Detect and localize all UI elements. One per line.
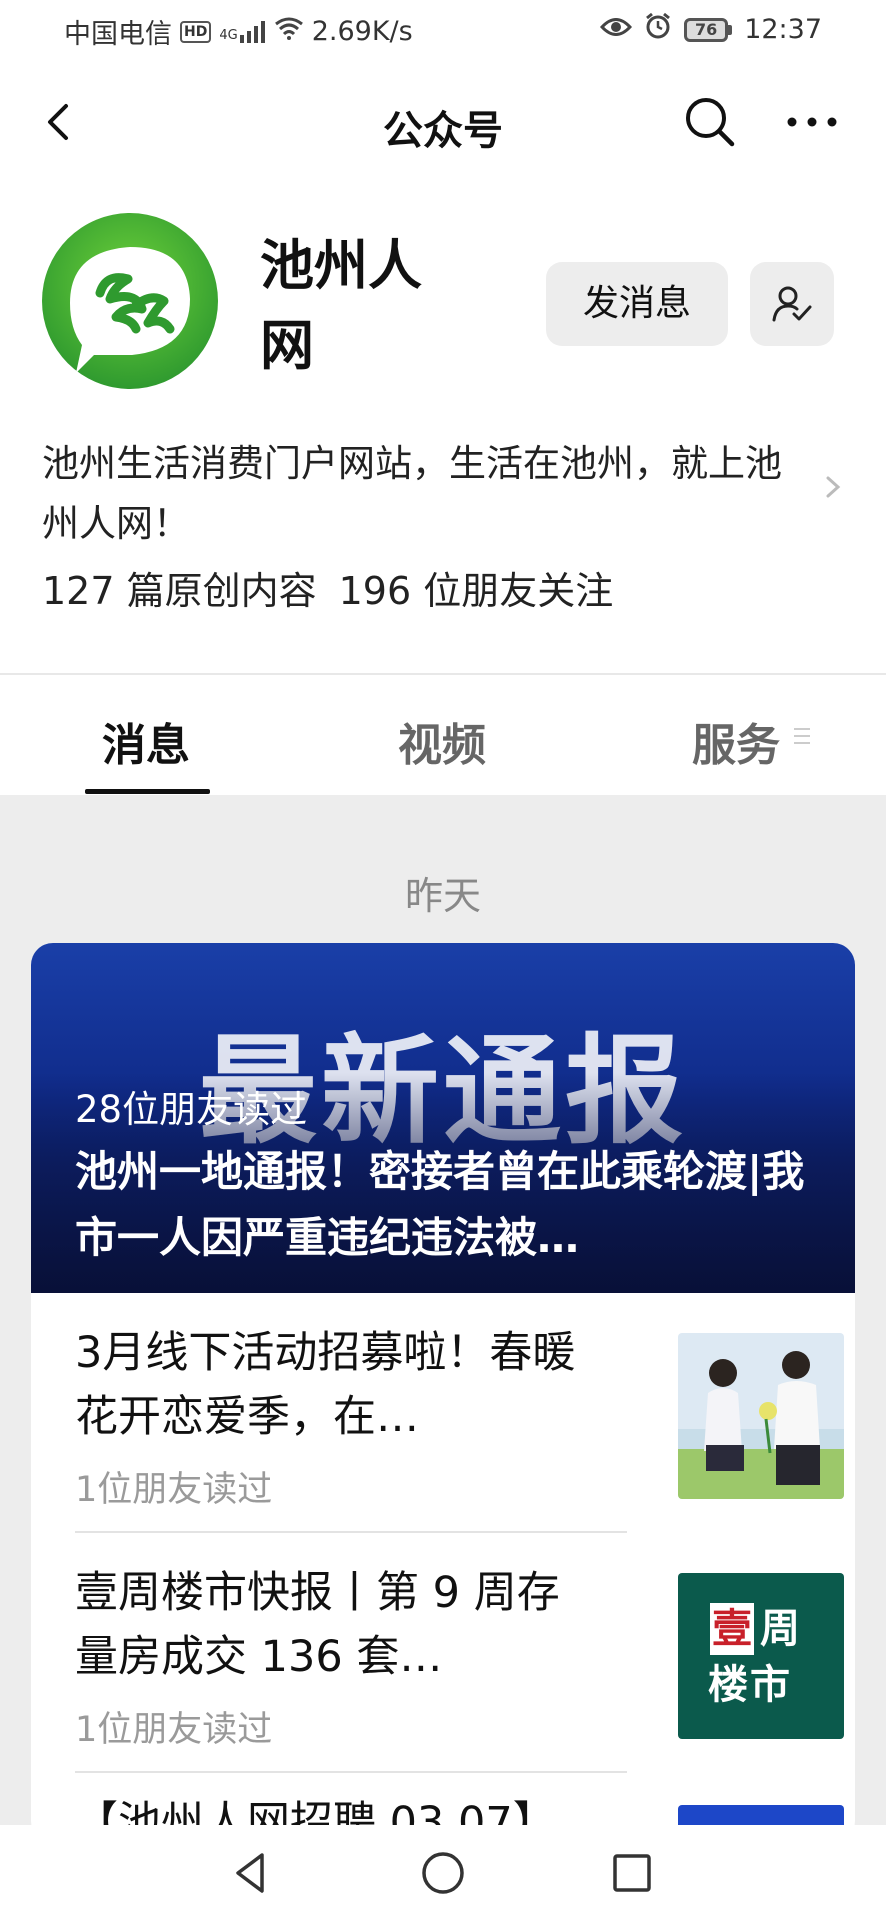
system-recents-button[interactable] <box>606 1847 658 1899</box>
message-feed: 昨天 最新通报 28位朋友读过 池州一地通报！密接者曾在此乘轮渡|我市一人因严重… <box>0 795 886 1843</box>
search-icon <box>686 98 735 147</box>
system-back-button[interactable] <box>226 1847 278 1899</box>
triangle-back-icon <box>236 1853 264 1893</box>
article-reads: 1位朋友读过 <box>75 1470 273 1510</box>
alarm-icon <box>644 12 672 47</box>
featured-title: 池州一地通报！密接者曾在此乘轮渡|我市一人因严重违纪违法被… <box>75 1147 805 1262</box>
active-tab-indicator <box>85 789 210 794</box>
nav-bar: 公众号 <box>0 62 886 182</box>
tab-messages[interactable]: 消息 <box>102 709 190 773</box>
system-home-button[interactable] <box>417 1847 469 1899</box>
more-button[interactable] <box>782 94 842 150</box>
circle-home-icon <box>422 1852 464 1894</box>
square-recents-icon <box>613 1854 651 1892</box>
signal-icon: 4G <box>219 20 265 43</box>
battery-icon: 76 <box>684 17 733 42</box>
description-chevron[interactable] <box>818 472 848 502</box>
account-description[interactable]: 池州生活消费门户网站，生活在池州，就上池州人网！ <box>42 434 812 554</box>
wifi-icon <box>274 16 304 47</box>
tab-videos[interactable]: 视频 <box>398 709 486 773</box>
system-nav-bar <box>0 1825 886 1920</box>
account-stats: 127 篇原创内容 196 位朋友关注 <box>42 560 613 615</box>
follower-count: 196 位朋友关注 <box>338 569 614 613</box>
thumb-text: 楼市 <box>708 1662 792 1708</box>
more-dots-icon <box>787 117 837 127</box>
featured-reads: 28位朋友读过 <box>75 1088 308 1131</box>
article-title: 壹周楼市快报丨第 9 周存量房成交 136 套… <box>75 1568 560 1682</box>
article-title: 3月线下活动招募啦！春暖花开恋爱季，在… <box>75 1328 576 1442</box>
carrier-name: 中国电信 <box>64 19 172 50</box>
tab-services[interactable]: 服务 <box>692 709 780 773</box>
search-button[interactable] <box>682 94 738 150</box>
follow-settings-button[interactable] <box>750 262 834 346</box>
user-check-icon <box>772 286 812 322</box>
featured-article[interactable]: 最新通报 28位朋友读过 池州一地通报！密接者曾在此乘轮渡|我市一人因严重违纪违… <box>31 943 855 1293</box>
original-count: 127 篇原创内容 <box>42 569 317 613</box>
date-label: 昨天 <box>404 874 481 918</box>
status-bar: 中国电信 HD 4G 2.69K/s 76 12:37 <box>0 0 886 62</box>
status-left: 中国电信 HD 4G 2.69K/s <box>64 12 413 51</box>
article-card: 最新通报 28位朋友读过 池州一地通报！密接者曾在此乘轮渡|我市一人因严重违纪违… <box>31 943 855 1843</box>
list-item[interactable]: 3月线下活动招募啦！春暖花开恋爱季，在… 1位朋友读过 <box>75 1293 844 1533</box>
send-message-button[interactable]: 发消息 <box>546 262 728 346</box>
eye-icon <box>600 14 633 45</box>
account-name: 池州人网 <box>260 234 422 377</box>
menu-lines-icon[interactable] <box>794 725 812 747</box>
tab-bar: 消息 视频 服务 <box>0 675 886 795</box>
chevron-right-icon <box>826 476 841 498</box>
thumb-logo-char: 壹 <box>710 1603 754 1655</box>
article-thumbnail: 壹 周 楼市 <box>678 1573 844 1739</box>
article-thumbnail <box>678 1333 844 1499</box>
hd-icon: HD <box>180 20 212 43</box>
clock-time: 12:37 <box>744 14 822 45</box>
account-avatar[interactable] <box>40 213 220 393</box>
network-speed: 2.69K/s <box>311 16 413 47</box>
page-title: 公众号 <box>383 108 503 154</box>
thumb-char: 周 <box>760 1606 800 1652</box>
status-right: 76 12:37 <box>600 12 822 47</box>
logo-icon <box>42 213 218 389</box>
couple-photo-image <box>678 1333 844 1499</box>
list-item[interactable]: 壹周楼市快报丨第 9 周存量房成交 136 套… 1位朋友读过 壹 周 楼市 <box>75 1533 844 1773</box>
article-reads: 1位朋友读过 <box>75 1710 273 1750</box>
